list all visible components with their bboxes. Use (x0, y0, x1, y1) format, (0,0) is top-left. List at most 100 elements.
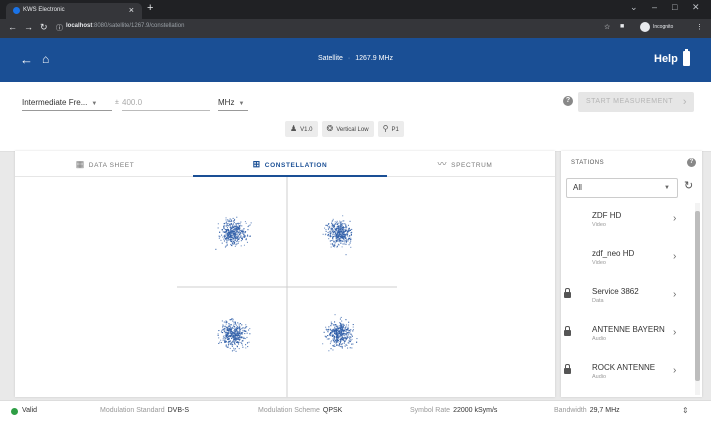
constellation-point (348, 239, 350, 241)
constellation-point (349, 220, 351, 222)
tab-close-icon[interactable]: × (129, 5, 134, 15)
bookmark-star-icon[interactable]: ☆ (604, 23, 610, 31)
port-chip[interactable]: ⚲ P1 (377, 121, 404, 137)
stations-scrollbar[interactable] (695, 203, 700, 395)
stations-help-icon[interactable]: ? (687, 158, 696, 167)
tab-spectrum-label: SPECTRUM (451, 162, 493, 169)
constellation-point (227, 325, 229, 327)
bandwidth-value: 29,7 MHz (589, 407, 620, 414)
constellation-point (350, 329, 352, 331)
tab-spectrum[interactable]: 〰 SPECTRUM (375, 151, 555, 177)
chevron-right-icon[interactable]: › (673, 365, 676, 376)
tab-search-icon[interactable]: ⌄ (630, 2, 638, 13)
voltage-chip[interactable]: ♟ V1.0 (285, 121, 318, 137)
constellation-point (339, 239, 341, 241)
band-select[interactable]: Intermediate Fre... ▼ (22, 98, 112, 111)
tab-data-sheet[interactable]: ▦ DATA SHEET (15, 151, 195, 177)
constellation-point (327, 331, 329, 333)
constellation-point (332, 237, 334, 239)
scrollbar-thumb[interactable] (695, 211, 700, 381)
polarization-chip[interactable]: ❂ Vertical Low (321, 121, 374, 137)
constellation-point (222, 328, 224, 330)
tab-constellation-label: CONSTELLATION (264, 162, 328, 169)
browser-menu-icon[interactable]: ⋮ (696, 23, 703, 31)
site-info-icon[interactable]: ⓘ (56, 23, 63, 33)
reload-icon[interactable]: ↻ (40, 22, 48, 33)
constellation-point (332, 231, 334, 233)
constellation-point (231, 345, 233, 347)
constellation-point (242, 346, 244, 348)
start-measurement-button[interactable]: START MEASUREMENT › (578, 92, 694, 112)
constellation-point (330, 230, 332, 232)
constellation-point (332, 234, 334, 236)
constellation-point (350, 229, 352, 231)
browser-tab[interactable]: KWS Electronic × (6, 3, 142, 19)
constellation-point (347, 342, 349, 344)
constellation-point (249, 235, 251, 237)
close-window-icon[interactable]: ✕ (692, 2, 700, 13)
constellation-point (234, 328, 236, 330)
browser-back-icon[interactable]: ← (8, 22, 17, 32)
new-tab-button[interactable]: + (147, 2, 153, 14)
constellation-point (341, 339, 343, 341)
info-icon[interactable]: ? (563, 96, 573, 106)
station-item[interactable]: Service 3862 Data › (561, 279, 694, 317)
constellation-point (345, 227, 347, 229)
constellation-point (335, 325, 337, 327)
constellation-point (332, 232, 334, 234)
station-item[interactable]: ZDF HD Video › (561, 203, 694, 241)
unit-select[interactable]: MHz ▼ (218, 98, 248, 111)
constellation-point (332, 229, 334, 231)
constellation-point (233, 229, 235, 231)
constellation-point (229, 226, 231, 228)
station-name: zdf_neo HD (592, 249, 635, 258)
constellation-point (230, 328, 232, 330)
constellation-point (342, 215, 344, 217)
constellation-point (339, 220, 341, 222)
constellation-point (233, 220, 235, 222)
constellation-point (245, 344, 247, 346)
chevron-right-icon[interactable]: › (673, 213, 676, 224)
constellation-point (337, 328, 339, 330)
constellation-point (348, 330, 350, 332)
stations-filter-select[interactable]: All ▼ (566, 178, 678, 198)
constellation-point (342, 227, 344, 229)
constellation-point (349, 332, 351, 334)
constellation-point (229, 220, 231, 222)
constellation-point (239, 328, 241, 330)
constellation-point (247, 235, 249, 237)
constellation-point (237, 242, 239, 244)
station-item[interactable]: ROCK ANTENNE Audio › (561, 355, 694, 393)
maximize-icon[interactable]: □ (672, 2, 677, 12)
chevron-right-icon[interactable]: › (673, 289, 676, 300)
constellation-point (244, 333, 246, 335)
station-item[interactable]: ANTENNE BAYERN Audio › (561, 317, 694, 355)
constellation-point (333, 324, 335, 326)
constellation-point (236, 230, 238, 232)
constellation-point (338, 345, 340, 347)
constellation-point (221, 242, 223, 244)
extension-icon[interactable]: ■ (620, 23, 624, 30)
frequency-input[interactable]: 400.0 (122, 98, 210, 111)
minimize-icon[interactable]: – (652, 2, 657, 12)
expand-status-icon[interactable]: ⇕ (682, 406, 689, 415)
chevron-right-icon[interactable]: › (673, 327, 676, 338)
station-item[interactable]: zdf_neo HD Video › (561, 241, 694, 279)
constellation-point (225, 221, 227, 223)
chevron-right-icon[interactable]: › (673, 251, 676, 262)
incognito-icon[interactable] (640, 22, 650, 32)
browser-forward-icon[interactable]: → (24, 22, 33, 32)
constellation-point (236, 223, 238, 225)
tab-constellation[interactable]: ⊞ CONSTELLATION (193, 151, 387, 177)
constellation-point (340, 327, 342, 329)
constellation-point (340, 316, 342, 318)
constellation-point (237, 334, 239, 336)
constellation-point (236, 227, 238, 229)
constellation-point (234, 235, 236, 237)
help-link[interactable]: Help (654, 53, 678, 65)
refresh-icon[interactable]: ↻ (684, 179, 693, 192)
constellation-point (239, 338, 241, 340)
url-field[interactable]: localhost:8080/satellite/1267.9/constell… (66, 23, 184, 29)
constellation-point (238, 348, 240, 350)
bandwidth: Bandwidth 29,7 MHz (554, 407, 620, 414)
